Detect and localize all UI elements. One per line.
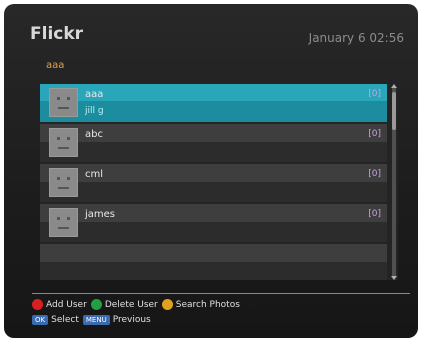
user-name: aaa	[85, 89, 104, 100]
select-hint[interactable]: Select	[51, 315, 79, 325]
datetime: January 6 02:56	[308, 31, 404, 45]
user-list: aaa [0] jill g abc [0] cml [0] james [0]	[40, 84, 398, 280]
green-button-icon	[90, 299, 102, 310]
user-avatar-icon	[49, 88, 78, 117]
previous-hint[interactable]: Previous	[113, 315, 151, 325]
divider	[32, 293, 410, 294]
user-name: abc	[85, 129, 103, 140]
menu-key-icon: MENU	[82, 314, 110, 325]
scrollbar-thumb[interactable]	[392, 92, 396, 130]
photo-count: [0]	[368, 209, 381, 219]
user-avatar-icon	[49, 208, 78, 237]
breadcrumb: aaa	[46, 60, 65, 71]
search-photos-hint[interactable]: Search Photos	[176, 300, 240, 310]
empty-row	[40, 244, 387, 262]
help-bar: Add User Delete User Search Photos OK Se…	[32, 297, 244, 327]
photo-count: [0]	[368, 169, 381, 179]
user-subname: jill g	[85, 106, 104, 116]
user-item-abc-sub	[40, 142, 387, 162]
user-avatar-icon	[49, 168, 78, 197]
user-item-james-sub	[40, 222, 387, 242]
delete-user-hint[interactable]: Delete User	[105, 300, 158, 310]
add-user-hint[interactable]: Add User	[46, 300, 87, 310]
user-item-cml-sub	[40, 182, 387, 202]
app-title: Flickr	[30, 24, 84, 44]
scrollbar[interactable]	[391, 84, 397, 280]
empty-row	[40, 262, 387, 280]
user-avatar-icon	[49, 128, 78, 157]
scroll-down-icon	[391, 276, 397, 280]
photo-count: [0]	[368, 129, 381, 139]
tv-screen: Flickr January 6 02:56 aaa aaa [0] jill …	[4, 4, 418, 338]
scroll-up-icon	[391, 84, 397, 88]
user-name: cml	[85, 169, 104, 180]
red-button-icon	[32, 299, 43, 310]
ok-key-icon: OK	[32, 314, 49, 325]
photo-count: [0]	[368, 89, 381, 99]
yellow-button-icon	[161, 299, 173, 310]
user-name: james	[85, 209, 116, 220]
